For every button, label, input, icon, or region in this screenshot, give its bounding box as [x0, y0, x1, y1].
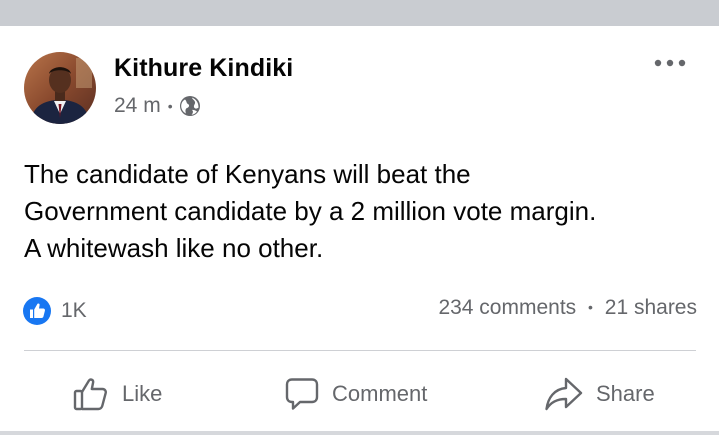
post-text-line: Government candidate by a 2 million vote…: [24, 196, 597, 226]
author-name[interactable]: Kithure Kindiki: [114, 54, 293, 83]
comment-bubble-icon: [284, 376, 320, 412]
post-card: Kithure Kindiki 24 m • The candidate of …: [0, 26, 719, 435]
shares-count[interactable]: 21 shares: [605, 296, 697, 319]
share-arrow-icon: [544, 376, 584, 412]
meta-separator: •: [167, 98, 173, 114]
like-button[interactable]: Like: [72, 374, 162, 414]
post-text-line: A whitewash like no other.: [24, 233, 324, 263]
post-meta: 24 m •: [114, 94, 201, 118]
engagement-stats: 234 comments • 21 shares: [438, 296, 697, 320]
actions-divider: [24, 350, 696, 351]
more-options-icon[interactable]: [653, 56, 687, 70]
like-label: Like: [122, 381, 163, 406]
thumbs-up-icon: [72, 375, 110, 413]
comments-count[interactable]: 234 comments: [438, 296, 576, 319]
comment-button[interactable]: Comment: [284, 374, 427, 414]
post-text-line: The candidate of Kenyans will beat the: [24, 159, 471, 189]
author-avatar[interactable]: [24, 52, 96, 124]
share-button[interactable]: Share: [544, 374, 655, 414]
like-badge-icon: [22, 296, 52, 326]
feed-separator-bottom: [0, 431, 719, 435]
share-label: Share: [596, 381, 655, 406]
feed-separator-top: [0, 0, 719, 26]
reactions-summary[interactable]: 1K: [22, 296, 87, 326]
post-time[interactable]: 24 m: [114, 94, 161, 118]
comment-label: Comment: [332, 381, 428, 406]
reactions-count: 1K: [61, 299, 87, 322]
globe-icon: [179, 95, 201, 117]
avatar-portrait-icon: [24, 52, 96, 124]
stats-separator: •: [588, 299, 593, 315]
post-text: The candidate of Kenyans will beat the G…: [24, 156, 704, 267]
